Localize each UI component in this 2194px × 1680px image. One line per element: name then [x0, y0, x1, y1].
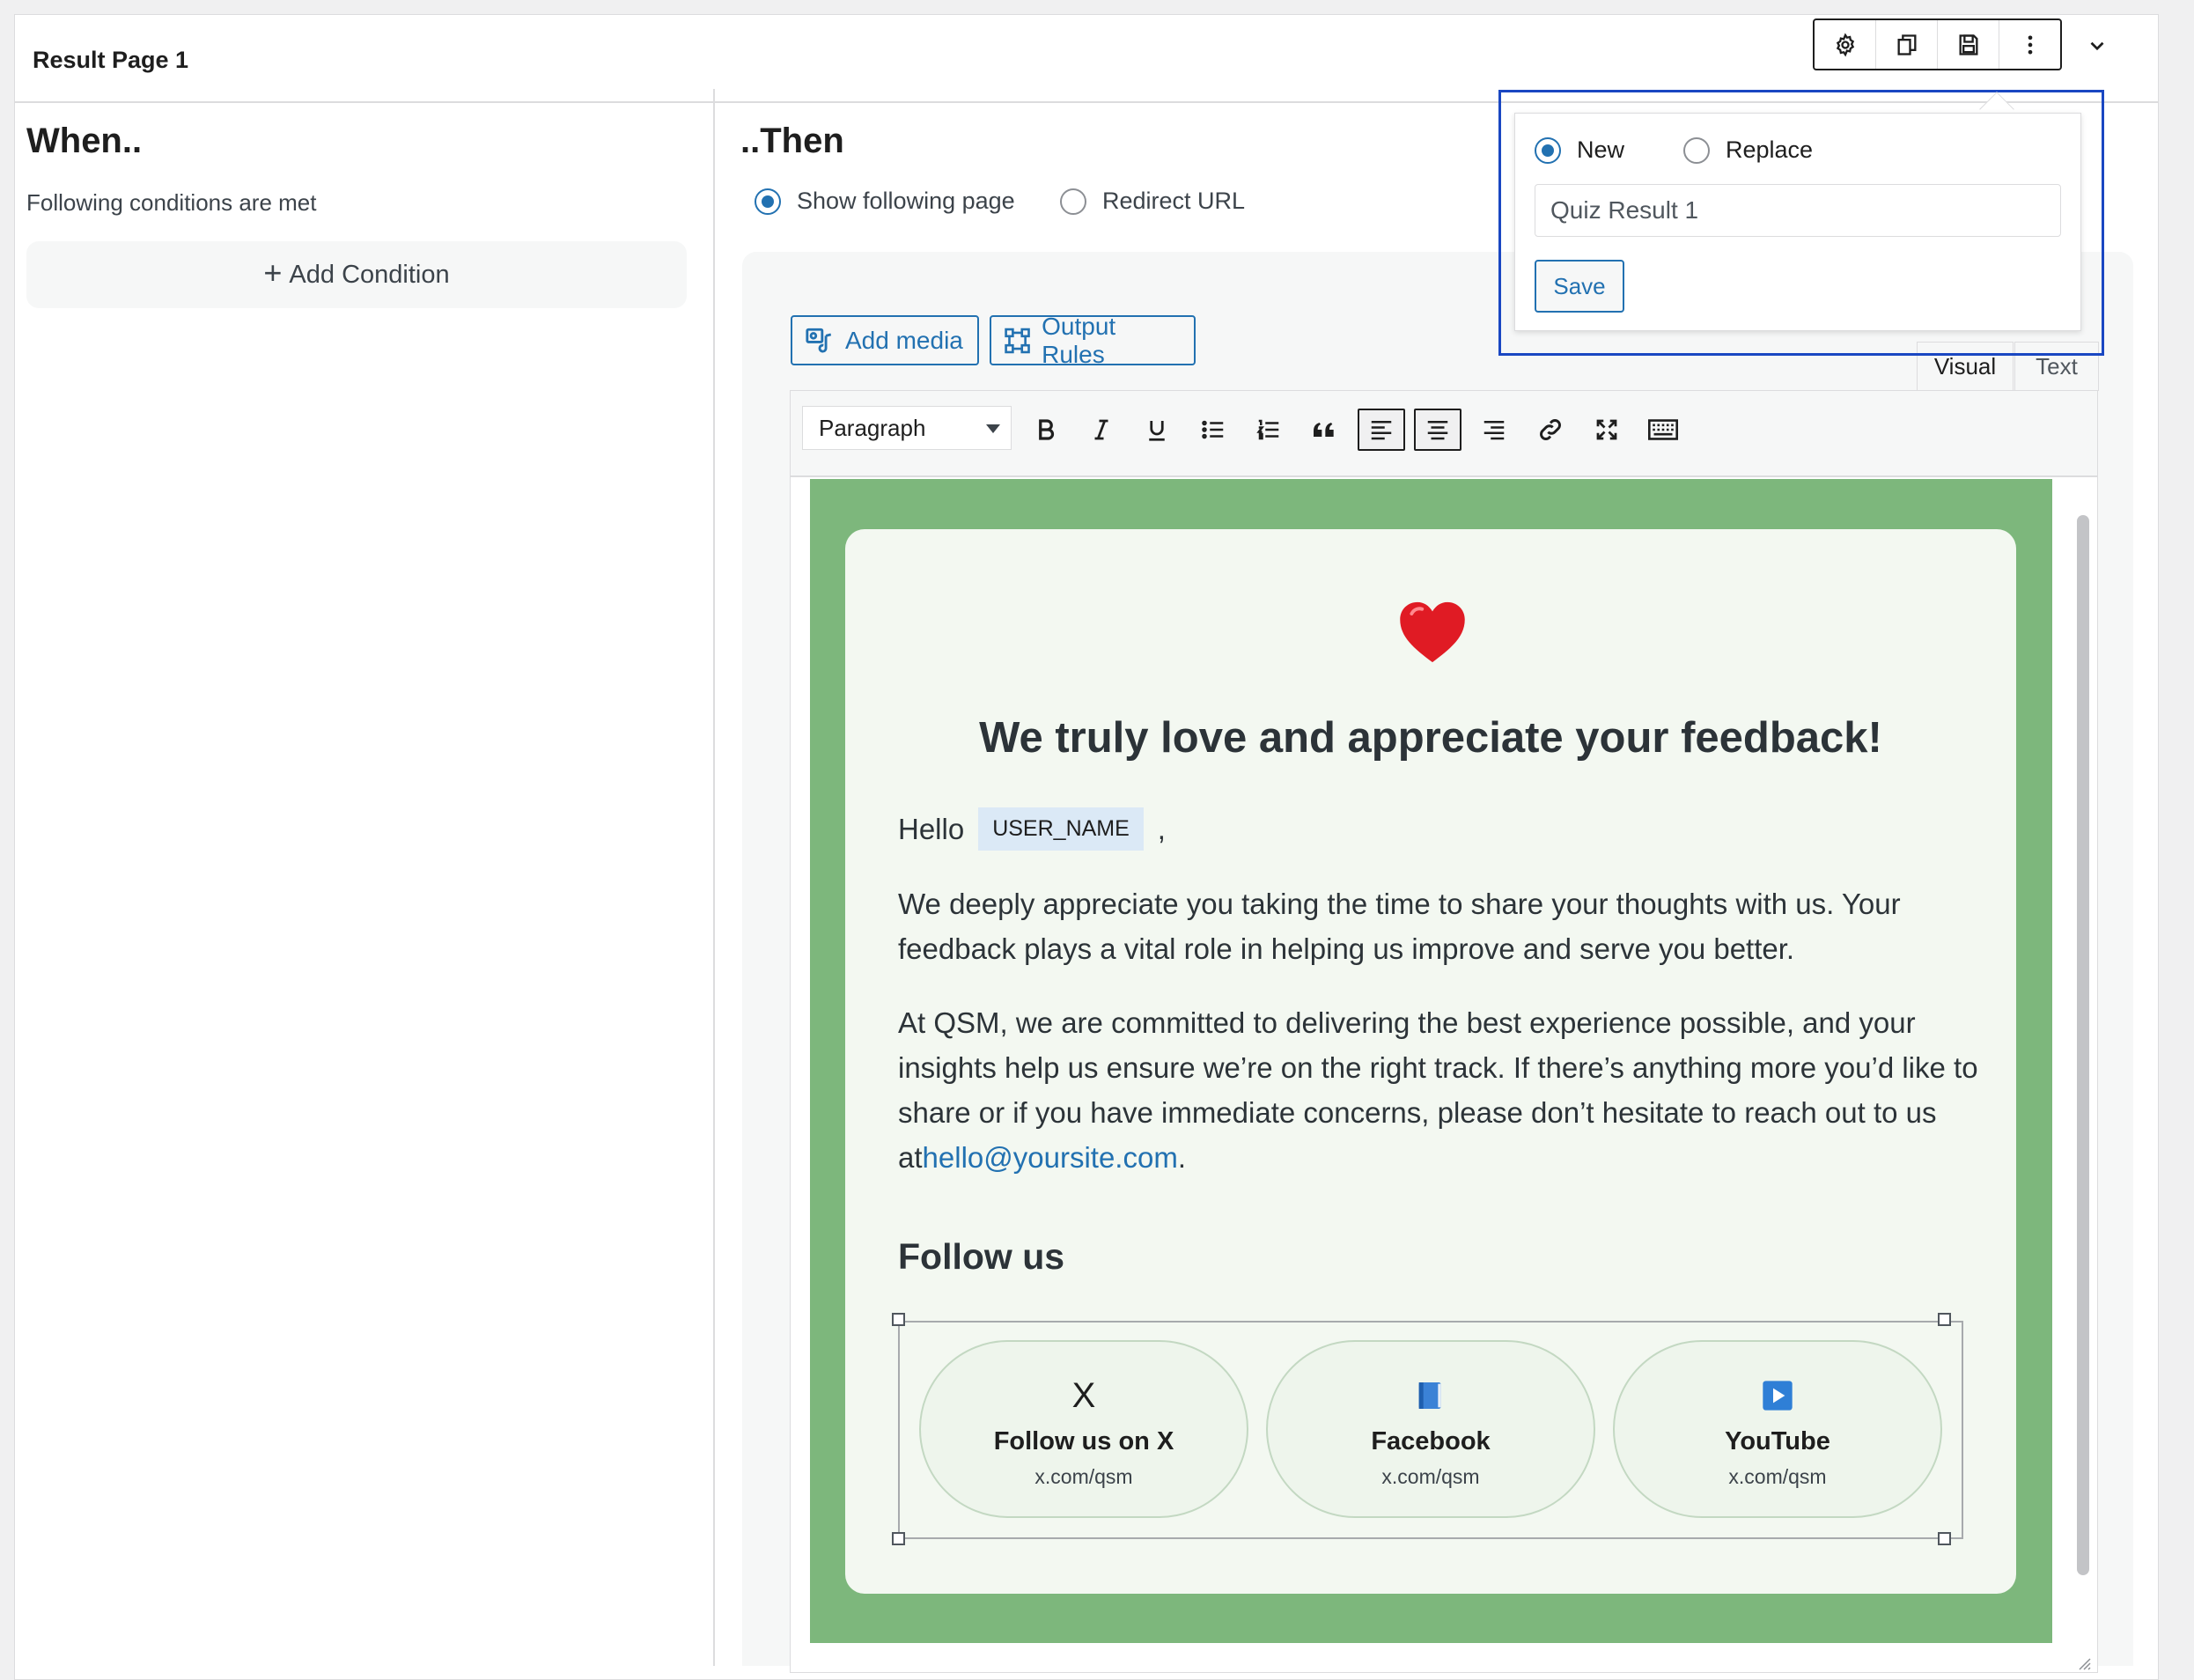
popover-save-button[interactable]: Save [1535, 260, 1624, 313]
output-rules-button[interactable]: Output Rules [990, 313, 1196, 368]
duplicate-icon [1897, 33, 1916, 55]
when-title: When.. [26, 122, 143, 160]
play-icon-wrap [1615, 1377, 1940, 1414]
social-card-x[interactable]: X Follow us on X x.com/qsm [919, 1340, 1248, 1518]
underline-button[interactable] [1133, 409, 1181, 451]
heart-icon [1400, 601, 1465, 663]
redirect-url-option[interactable]: Redirect URL [1060, 188, 1245, 215]
align-right-icon [1484, 421, 1505, 440]
username-variable[interactable]: USER_NAME [978, 807, 1144, 851]
numbered-list-icon [1256, 419, 1279, 440]
toolbar-toggle-button[interactable] [1639, 409, 1687, 451]
link-icon [1540, 419, 1561, 440]
plus-icon: + [263, 254, 283, 291]
blockquote-button[interactable] [1300, 409, 1348, 451]
more-vertical-icon [2028, 35, 2032, 54]
show-page-option[interactable]: Show following page [755, 188, 1015, 215]
resize-handle-tr[interactable] [1938, 1313, 1951, 1326]
resize-handle-bl[interactable] [892, 1532, 905, 1545]
save-template-popover: New Replace Quiz Result 1 Save [1514, 113, 2081, 331]
email-heading: We truly love and appreciate your feedba… [979, 714, 1882, 762]
when-subtitle: Following conditions are met [26, 189, 317, 216]
more-options-button[interactable] [1999, 20, 2060, 69]
add-condition-button[interactable]: + Add Condition [26, 241, 687, 308]
play-icon [1763, 1381, 1793, 1411]
email-paragraph-2-period: . [1177, 1141, 1186, 1174]
greeting-text: Hello [898, 812, 965, 845]
follow-us-title: Follow us [898, 1236, 1065, 1277]
column-divider [713, 89, 715, 1666]
greeting-line: Hello USER_NAME , [898, 807, 1166, 851]
align-right-button[interactable] [1470, 409, 1518, 451]
replace-option[interactable]: Replace [1683, 136, 1813, 164]
fullscreen-icon [1596, 419, 1617, 440]
redirect-url-label: Redirect URL [1102, 188, 1246, 214]
save-template-button[interactable] [1938, 20, 1999, 69]
email-paragraph-1: We deeply appreciate you taking the time… [898, 888, 1901, 965]
add-condition-label: Add Condition [289, 260, 450, 289]
save-icon [1959, 33, 1977, 55]
align-left-icon [1371, 421, 1392, 440]
resize-handle-tl[interactable] [892, 1313, 905, 1326]
page-toolbar [1813, 18, 2062, 70]
social-name: Follow us on X [993, 1427, 1174, 1455]
new-option[interactable]: New [1535, 136, 1624, 164]
page-title: Result Page 1 [33, 47, 189, 73]
format-select-value: Paragraph [819, 414, 926, 441]
social-name: Facebook [1371, 1427, 1491, 1455]
show-page-label: Show following page [797, 188, 1015, 214]
social-card-youtube[interactable]: YouTube x.com/qsm [1613, 1340, 1942, 1518]
show-page-radio[interactable] [755, 188, 781, 215]
bullet-list-icon [1202, 420, 1224, 439]
template-name-input[interactable]: Quiz Result 1 [1535, 184, 2061, 237]
insert-link-button[interactable] [1527, 409, 1574, 451]
italic-icon [1094, 419, 1108, 440]
collapse-button[interactable] [2080, 28, 2115, 63]
new-label: New [1577, 136, 1625, 163]
email-paragraph-2: At QSM, we are committed to delivering t… [898, 1000, 1981, 1180]
output-rules-label: Output Rules [1042, 312, 1116, 368]
keyboard-icon [1648, 419, 1678, 440]
italic-button[interactable] [1078, 409, 1125, 451]
x-logo-icon: X [1071, 1375, 1096, 1415]
align-center-button[interactable] [1414, 409, 1461, 451]
numbered-list-button[interactable] [1245, 409, 1292, 451]
social-url: x.com/qsm [1034, 1465, 1133, 1488]
fullscreen-button[interactable] [1583, 409, 1631, 451]
caret-down-icon [986, 424, 1000, 433]
redirect-url-radio[interactable] [1060, 188, 1086, 215]
resize-handle-br[interactable] [1938, 1532, 1951, 1545]
replace-radio[interactable] [1683, 136, 1710, 164]
settings-button[interactable] [1815, 20, 1876, 69]
social-url: x.com/qsm [1728, 1465, 1827, 1488]
greeting-comma: , [1157, 812, 1166, 845]
social-name: YouTube [1725, 1427, 1830, 1455]
then-title: ..Then [740, 122, 844, 160]
new-radio[interactable] [1535, 136, 1561, 164]
social-card-facebook[interactable]: Facebook x.com/qsm [1266, 1340, 1595, 1518]
book-icon [1418, 1382, 1441, 1409]
social-url: x.com/qsm [1381, 1465, 1480, 1488]
chevron-down-icon [2090, 41, 2104, 51]
format-select[interactable]: Paragraph [802, 406, 1012, 450]
email-link[interactable]: hello@yoursite.com [923, 1141, 1178, 1174]
replace-label: Replace [1726, 136, 1814, 163]
underline-icon [1149, 421, 1165, 441]
add-media-button[interactable]: Add media [791, 315, 979, 365]
duplicate-button[interactable] [1876, 20, 1938, 69]
align-left-button[interactable] [1358, 409, 1405, 451]
media-icon [806, 328, 832, 353]
quote-icon [1314, 423, 1334, 437]
add-media-label: Add media [845, 326, 963, 354]
bold-button[interactable] [1022, 409, 1070, 451]
resize-grip-icon[interactable] [2074, 1654, 2092, 1671]
align-center-icon [1427, 421, 1448, 440]
format-toolbar: Paragraph [790, 390, 2098, 476]
gear-icon [1836, 32, 1854, 57]
bold-icon [1039, 419, 1055, 440]
flow-icon [1005, 328, 1030, 353]
editor-scrollbar[interactable] [2077, 515, 2089, 1575]
book-icon-wrap [1268, 1377, 1594, 1414]
bullet-list-button[interactable] [1189, 409, 1237, 451]
